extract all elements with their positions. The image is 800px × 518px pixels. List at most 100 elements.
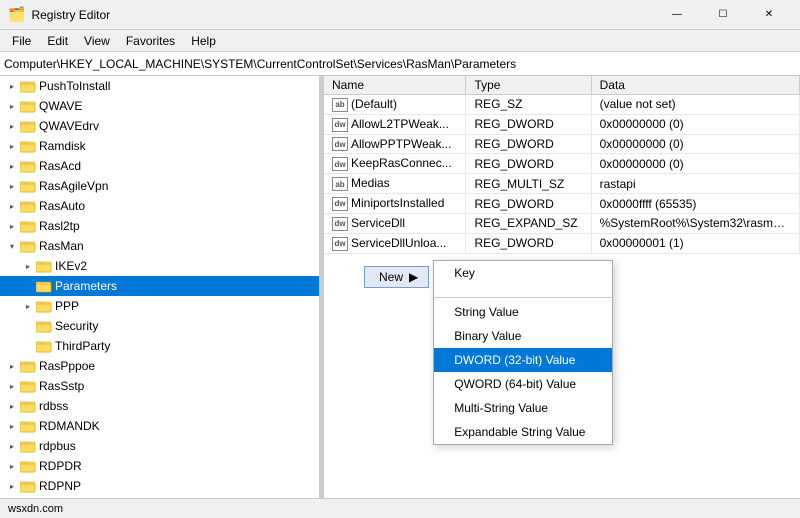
tree-arrow-icon: ▸ <box>4 158 20 174</box>
registry-value-icon: dw <box>332 237 348 251</box>
table-row[interactable]: ab(Default)REG_SZ(value not set) <box>324 95 800 115</box>
tree-arrow-icon: ▸ <box>20 258 36 274</box>
tree-item[interactable]: ▸ RasAcd <box>0 156 319 176</box>
tree-item[interactable]: ▸ RDPDR <box>0 456 319 476</box>
tree-item[interactable]: ▸ RasAgileVpn <box>0 176 319 196</box>
tree-item[interactable]: ▸ Ramdisk <box>0 136 319 156</box>
tree-item[interactable]: ▸ RDPNP <box>0 476 319 496</box>
tree-item[interactable]: ▾ RasMan <box>0 236 319 256</box>
cell-data: rastapi <box>591 174 799 194</box>
submenu-item[interactable] <box>434 285 612 295</box>
menu-view[interactable]: View <box>76 32 118 50</box>
menu-help[interactable]: Help <box>183 32 224 50</box>
tree-arrow-icon: ▸ <box>4 398 20 414</box>
tree-item[interactable]: ▸ PPP <box>0 296 319 316</box>
submenu-item[interactable]: Multi-String Value <box>434 396 612 420</box>
table-row[interactable]: dwMiniportsInstalledREG_DWORD0x0000ffff … <box>324 194 800 214</box>
tree-arrow-icon <box>20 338 36 354</box>
cell-data: 0x00000000 (0) <box>591 154 799 174</box>
tree-item-label: PPP <box>55 299 79 313</box>
table-row[interactable]: dwServiceDllREG_EXPAND_SZ%SystemRoot%\Sy… <box>324 213 800 233</box>
minimize-button[interactable]: — <box>654 0 700 30</box>
submenu-item[interactable]: String Value <box>434 300 612 324</box>
submenu-item[interactable]: QWORD (64-bit) Value <box>434 372 612 396</box>
cell-type: REG_DWORD <box>466 114 591 134</box>
tree-item-label: RasAgileVpn <box>39 179 108 193</box>
registry-value-icon: dw <box>332 118 348 132</box>
new-button[interactable]: New ▶ <box>364 266 429 288</box>
tree-item[interactable]: ▸ rdbss <box>0 396 319 416</box>
tree-arrow-icon: ▸ <box>4 458 20 474</box>
table-row[interactable]: dwAllowPPTPWeak...REG_DWORD0x00000000 (0… <box>324 134 800 154</box>
tree-item[interactable]: Parameters <box>0 276 319 296</box>
folder-icon <box>36 299 52 313</box>
col-data: Data <box>591 76 799 95</box>
value-name: Medias <box>351 176 390 190</box>
submenu-item[interactable]: Expandable String Value <box>434 420 612 444</box>
tree-item[interactable]: ▸ Rasl2tp <box>0 216 319 236</box>
cell-name: ab(Default) <box>324 95 466 115</box>
tree-item[interactable]: ▸ RasPppoe <box>0 356 319 376</box>
menu-edit[interactable]: Edit <box>39 32 76 50</box>
menu-file[interactable]: File <box>4 32 39 50</box>
folder-icon <box>20 139 36 153</box>
cell-data: (value not set) <box>591 95 799 115</box>
value-name: AllowL2TPWeak... <box>351 117 449 131</box>
tree-item[interactable]: ▸ IKEv2 <box>0 256 319 276</box>
maximize-button[interactable]: ☐ <box>700 0 746 30</box>
folder-icon <box>20 459 36 473</box>
tree-item[interactable]: ▸ RasSstp <box>0 376 319 396</box>
tree-arrow-icon: ▸ <box>4 78 20 94</box>
tree-pane[interactable]: ▸ PushToInstall▸ QWAVE▸ QWAVEdrv▸ Ramdis… <box>0 76 320 498</box>
folder-icon <box>20 419 36 433</box>
tree-arrow-icon: ▸ <box>4 438 20 454</box>
registry-value-icon: dw <box>332 157 348 171</box>
value-name: ServiceDllUnloa... <box>351 236 446 250</box>
folder-icon <box>20 99 36 113</box>
cell-type: REG_EXPAND_SZ <box>466 213 591 233</box>
context-submenu: Key String ValueBinary ValueDWORD (32-bit… <box>433 260 613 445</box>
tree-item[interactable]: Security <box>0 316 319 336</box>
menu-favorites[interactable]: Favorites <box>118 32 183 50</box>
cell-type: REG_DWORD <box>466 233 591 253</box>
registry-value-icon: ab <box>332 177 348 191</box>
detail-pane[interactable]: Name Type Data ab(Default)REG_SZ(value n… <box>324 76 800 498</box>
folder-icon <box>20 379 36 393</box>
tree-item[interactable]: ▸ QWAVE <box>0 96 319 116</box>
tree-arrow-icon <box>20 278 36 294</box>
tree-arrow-icon: ▸ <box>4 378 20 394</box>
close-button[interactable]: ✕ <box>746 0 792 30</box>
folder-icon <box>20 159 36 173</box>
cell-data: 0x0000ffff (65535) <box>591 194 799 214</box>
tree-item[interactable]: ▸ QWAVEdrv <box>0 116 319 136</box>
app-icon: 🗂️ <box>8 6 25 23</box>
registry-table: Name Type Data ab(Default)REG_SZ(value n… <box>324 76 800 254</box>
tree-item[interactable]: ▸ RDPUDD <box>0 496 319 498</box>
cell-type: REG_SZ <box>466 95 591 115</box>
new-menu-wrapper: New ▶ <box>344 260 429 288</box>
status-text: wsxdn.com <box>8 503 63 515</box>
tree-item[interactable]: ▸ rdpbus <box>0 436 319 456</box>
tree-arrow-icon: ▸ <box>4 418 20 434</box>
submenu-item[interactable]: Key <box>434 261 612 285</box>
folder-icon <box>20 119 36 133</box>
table-row[interactable]: dwServiceDllUnloa...REG_DWORD0x00000001 … <box>324 233 800 253</box>
table-row[interactable]: dwAllowL2TPWeak...REG_DWORD0x00000000 (0… <box>324 114 800 134</box>
submenu-item[interactable]: DWORD (32-bit) Value <box>434 348 612 372</box>
tree-item[interactable]: ▸ RasAuto <box>0 196 319 216</box>
tree-item-label: Security <box>55 319 98 333</box>
tree-item-label: PushToInstall <box>39 79 110 93</box>
tree-item-label: RDMANDK <box>39 419 100 433</box>
tree-item[interactable]: ▸ PushToInstall <box>0 76 319 96</box>
folder-icon <box>36 279 52 293</box>
tree-item-label: RasMan <box>39 239 84 253</box>
tree-item[interactable]: ThirdParty <box>0 336 319 356</box>
table-row[interactable]: abMediasREG_MULTI_SZrastapi <box>324 174 800 194</box>
submenu-item[interactable]: Binary Value <box>434 324 612 348</box>
cell-data: %SystemRoot%\System32\rasmans.dll <box>591 213 799 233</box>
registry-value-icon: dw <box>332 197 348 211</box>
new-label: New <box>379 270 403 284</box>
table-row[interactable]: dwKeepRasConnec...REG_DWORD0x00000000 (0… <box>324 154 800 174</box>
tree-item-label: RDPDR <box>39 459 82 473</box>
tree-item[interactable]: ▸ RDMANDK <box>0 416 319 436</box>
